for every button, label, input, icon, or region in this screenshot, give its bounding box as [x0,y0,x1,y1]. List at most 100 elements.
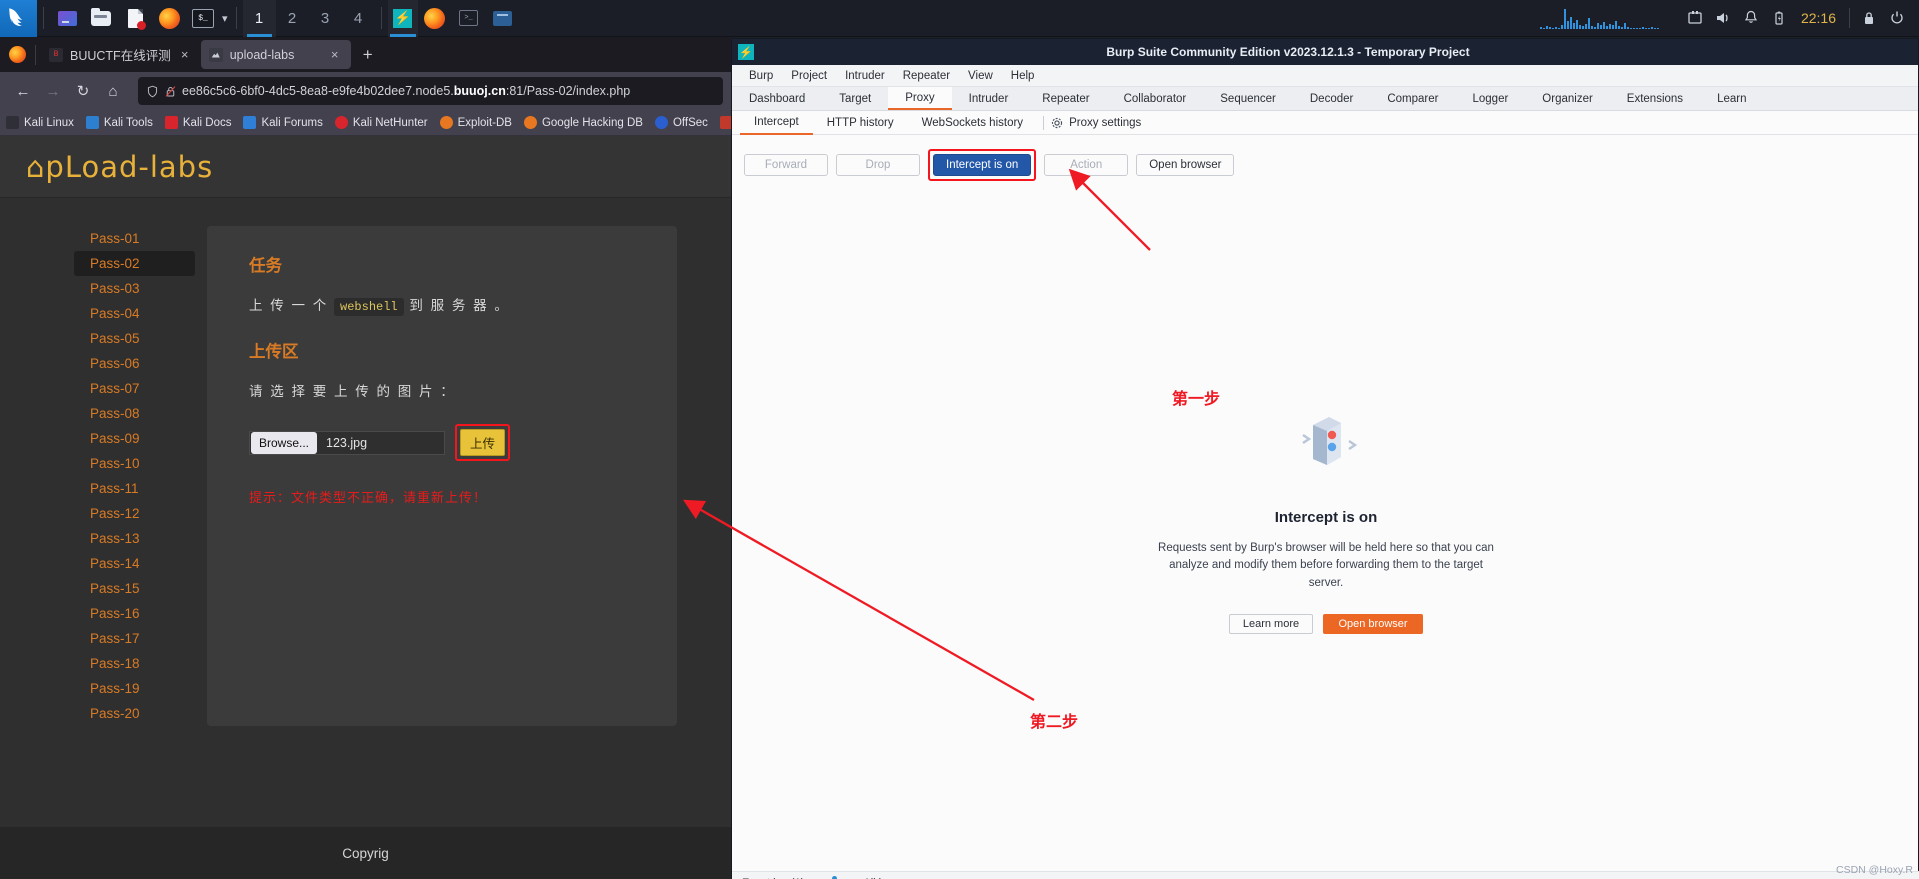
tab-sequencer[interactable]: Sequencer [1203,87,1293,110]
power-icon[interactable] [1883,0,1911,37]
bookmark-overflow[interactable] [719,116,731,129]
menu-intruder[interactable]: Intruder [836,70,894,82]
file-input[interactable]: Browse... 123.jpg [249,430,445,455]
browser-tab-buuctf[interactable]: B BUUCTF在线评测 × [41,40,201,69]
bookmark-exploit-db[interactable]: Exploit-DB [439,116,512,129]
bookmark-label: Exploit-DB [457,116,512,129]
forward-button[interactable]: → [38,77,68,105]
tab-comparer[interactable]: Comparer [1370,87,1455,110]
close-tab-icon[interactable]: × [177,47,193,62]
proxy-settings-link[interactable]: Proxy settings [1069,111,1155,135]
sidebar-item-pass-06[interactable]: Pass-06 [74,351,195,376]
sidebar-item-pass-13[interactable]: Pass-13 [74,526,195,551]
clock[interactable]: 22:16 [1793,10,1844,26]
open-browser-button[interactable]: Open browser [1136,154,1235,176]
subtab-intercept[interactable]: Intercept [740,111,813,135]
workspace-3[interactable]: 3 [309,0,342,37]
menu-view[interactable]: View [959,70,1002,82]
sidebar-item-pass-20[interactable]: Pass-20 [74,701,195,726]
document-icon[interactable] [120,4,150,32]
sidebar-item-pass-17[interactable]: Pass-17 [74,626,195,651]
taskbar-app-terminal[interactable]: >_ [454,4,484,32]
volume-icon[interactable] [1709,0,1737,37]
sidebar-item-pass-01[interactable]: Pass-01 [74,226,195,251]
home-button[interactable]: ⌂ [98,77,128,105]
sidebar-item-pass-10[interactable]: Pass-10 [74,451,195,476]
tab-logger[interactable]: Logger [1455,87,1525,110]
sidebar-item-pass-14[interactable]: Pass-14 [74,551,195,576]
new-tab-button[interactable]: + [355,42,381,68]
tab-extensions[interactable]: Extensions [1610,87,1700,110]
tab-intruder[interactable]: Intruder [952,87,1026,110]
bookmark-kali-forums[interactable]: Kali Forums [243,116,323,129]
chevron-down-icon[interactable]: ▾ [222,12,228,25]
bookmark-offsec[interactable]: OffSec [654,116,708,129]
sidebar-item-pass-11[interactable]: Pass-11 [74,476,195,501]
sidebar-item-pass-07[interactable]: Pass-07 [74,376,195,401]
address-bar[interactable]: ee86c5c6-6bf0-4dc5-8ea8-e9fe4b02dee7.nod… [138,77,723,105]
tab-decoder[interactable]: Decoder [1293,87,1370,110]
kali-menu-button[interactable] [0,0,37,37]
sidebar-item-pass-08[interactable]: Pass-08 [74,401,195,426]
sidebar-item-pass-09[interactable]: Pass-09 [74,426,195,451]
sidebar-item-pass-03[interactable]: Pass-03 [74,276,195,301]
folder-icon[interactable] [86,4,116,32]
menu-repeater[interactable]: Repeater [894,70,959,82]
gear-icon[interactable] [1050,116,1064,130]
workspace-2[interactable]: 2 [276,0,309,37]
bookmark-kali-nethunter[interactable]: Kali NetHunter [334,116,428,129]
workspace-4[interactable]: 4 [342,0,375,37]
subtab-http-history[interactable]: HTTP history [813,111,908,135]
taskbar-app-firefox[interactable] [420,4,450,32]
intercept-toggle-button[interactable]: Intercept is on [933,154,1032,176]
tab-learn[interactable]: Learn [1700,87,1763,110]
tab-repeater[interactable]: Repeater [1025,87,1106,110]
bookmark-google-hacking-db[interactable]: Google Hacking DB [523,116,643,129]
sidebar-item-pass-19[interactable]: Pass-19 [74,676,195,701]
tab-collaborator[interactable]: Collaborator [1107,87,1204,110]
lock-icon[interactable] [1855,0,1883,37]
menu-burp[interactable]: Burp [740,70,782,82]
upload-submit-button[interactable]: 上传 [460,429,506,456]
forward-button[interactable]: Forward [744,154,828,176]
firefox-icon[interactable] [154,4,184,32]
sidebar-item-pass-02[interactable]: Pass-02 [74,251,195,276]
tab-organizer[interactable]: Organizer [1525,87,1610,110]
sidebar-item-pass-16[interactable]: Pass-16 [74,601,195,626]
drop-button[interactable]: Drop [836,154,920,176]
bookmark-kali-linux[interactable]: Kali Linux [6,116,74,129]
kali-forums-favicon [243,116,257,129]
browser-tab-upload-labs[interactable]: upload-labs × [200,40,351,69]
reload-button[interactable]: ↻ [68,77,98,105]
action-button[interactable]: Action [1044,154,1129,176]
sidebar-item-pass-05[interactable]: Pass-05 [74,326,195,351]
workspace-1[interactable]: 1 [242,0,276,37]
taskbar-divider-3 [380,7,382,29]
files-manager-icon[interactable] [52,4,82,32]
network-icon[interactable] [1681,0,1709,37]
bookmark-label: Kali Forums [261,116,323,129]
notification-bell-icon[interactable] [1737,0,1765,37]
bookmark-label: Kali NetHunter [352,116,428,129]
subtab-websockets-history[interactable]: WebSockets history [908,111,1037,135]
sidebar-item-pass-18[interactable]: Pass-18 [74,651,195,676]
bookmark-kali-tools[interactable]: Kali Tools [85,116,153,129]
bookmark-kali-docs[interactable]: Kali Docs [164,116,231,129]
browse-button[interactable]: Browse... [251,431,318,454]
tab-dashboard[interactable]: Dashboard [732,87,822,110]
tab-target[interactable]: Target [822,87,888,110]
terminal-icon[interactable]: $_ [188,4,218,32]
open-browser-cta-button[interactable]: Open browser [1323,613,1423,634]
sidebar-item-pass-15[interactable]: Pass-15 [74,576,195,601]
menu-help[interactable]: Help [1002,70,1044,82]
tab-proxy[interactable]: Proxy [888,87,952,110]
menu-project[interactable]: Project [782,70,836,82]
sidebar-item-pass-12[interactable]: Pass-12 [74,501,195,526]
close-tab-icon[interactable]: × [327,47,343,62]
taskbar-app-archive[interactable] [488,4,518,32]
taskbar-app-burp-suite[interactable]: ⚡ [387,0,418,37]
back-button[interactable]: ← [8,77,38,105]
sidebar-item-pass-04[interactable]: Pass-04 [74,301,195,326]
battery-icon[interactable] [1765,0,1793,37]
learn-more-button[interactable]: Learn more [1229,613,1313,634]
